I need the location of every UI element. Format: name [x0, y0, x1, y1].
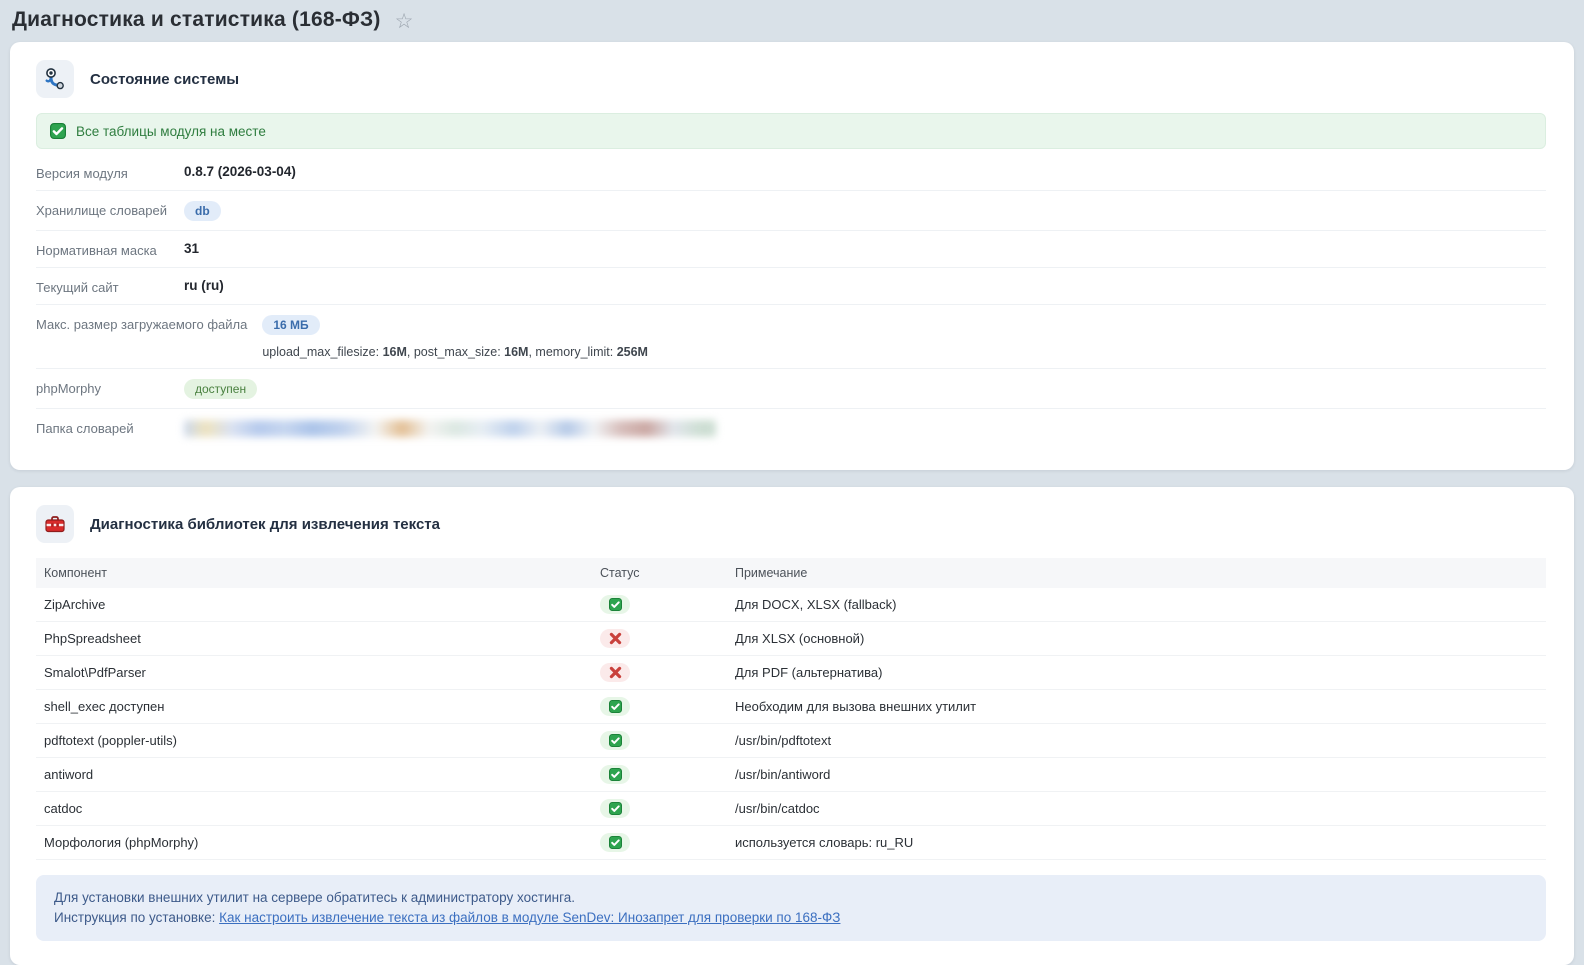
- info-line-1: Для установки внешних утилит на сервере …: [54, 888, 1528, 908]
- system-info-list: Версия модуля0.8.7 (2026-03-04)Хранилище…: [36, 154, 1546, 446]
- stethoscope-icon: [36, 60, 74, 98]
- toolbox-icon: [36, 505, 74, 543]
- status-ok-icon: [600, 697, 630, 716]
- note-cell: Для DOCX, XLSX (fallback): [727, 588, 1546, 622]
- info-value: доступен: [184, 379, 257, 399]
- table-row: catdoc /usr/bin/catdoc: [36, 792, 1546, 826]
- table-row: Smalot\PdfParser Для PDF (альтернатива): [36, 656, 1546, 690]
- note-cell: Для XLSX (основной): [727, 622, 1546, 656]
- column-header-note: Примечание: [727, 558, 1546, 588]
- system-info-row: Папка словарей: [36, 409, 1546, 446]
- system-info-row: Нормативная маска31: [36, 231, 1546, 268]
- system-info-row: Хранилище словарейdb: [36, 191, 1546, 231]
- library-card-header: Диагностика библиотек для извлечения тек…: [36, 505, 1546, 543]
- page: Диагностика и статистика (168-ФЗ) ☆ Сост…: [0, 0, 1584, 965]
- table-body: ZipArchive Для DOCX, XLSX (fallback)PhpS…: [36, 588, 1546, 860]
- library-diagnostics-table: Компонент Статус Примечание ZipArchive Д…: [36, 558, 1546, 860]
- info-label: phpMorphy: [36, 379, 184, 396]
- system-info-row: Текущий сайтru (ru): [36, 268, 1546, 305]
- column-header-status: Статус: [592, 558, 727, 588]
- status-fail-icon: [600, 663, 630, 682]
- status-cell: [592, 690, 727, 724]
- status-cell: [592, 622, 727, 656]
- check-icon: [50, 123, 66, 139]
- system-info-row: Макс. размер загружаемого файла16 МБ uplo…: [36, 305, 1546, 369]
- status-ok-icon: [600, 833, 630, 852]
- install-info-box: Для установки внешних утилит на сервере …: [36, 875, 1546, 941]
- system-info-row: Версия модуля0.8.7 (2026-03-04): [36, 154, 1546, 191]
- php-limits-text: upload_max_filesize: 16M, post_max_size:…: [262, 345, 648, 359]
- component-cell: catdoc: [36, 792, 592, 826]
- status-cell: [592, 792, 727, 826]
- alert-text: Все таблицы модуля на месте: [76, 124, 266, 139]
- redacted-value: [184, 420, 716, 437]
- info-label: Папка словарей: [36, 419, 184, 436]
- info-value: db: [184, 201, 221, 221]
- status-ok-icon: [600, 595, 630, 614]
- info-label: Хранилище словарей: [36, 201, 184, 218]
- info-label: Нормативная маска: [36, 241, 184, 258]
- component-cell: ZipArchive: [36, 588, 592, 622]
- note-cell: /usr/bin/pdftotext: [727, 724, 1546, 758]
- info-line-2: Инструкция по установке: Как настроить и…: [54, 908, 1528, 928]
- table-row: shell_exec доступен Необходим для вызова…: [36, 690, 1546, 724]
- component-cell: antiword: [36, 758, 592, 792]
- table-row: pdftotext (poppler-utils) /usr/bin/pdfto…: [36, 724, 1546, 758]
- component-cell: Морфология (phpMorphy): [36, 826, 592, 860]
- component-cell: PhpSpreadsheet: [36, 622, 592, 656]
- component-cell: shell_exec доступен: [36, 690, 592, 724]
- instructions-link[interactable]: Как настроить извлечение текста из файло…: [219, 910, 840, 925]
- library-card-title: Диагностика библиотек для извлечения тек…: [90, 516, 440, 533]
- system-card-header: Состояние системы: [36, 60, 1546, 98]
- info-label: Версия модуля: [36, 164, 184, 181]
- note-cell: Необходим для вызова внешних утилит: [727, 690, 1546, 724]
- note-cell: /usr/bin/antiword: [727, 758, 1546, 792]
- status-cell: [592, 826, 727, 860]
- info-label: Макс. размер загружаемого файла: [36, 315, 262, 332]
- note-cell: /usr/bin/catdoc: [727, 792, 1546, 826]
- table-row: Морфология (phpMorphy) используется слов…: [36, 826, 1546, 860]
- table-row: PhpSpreadsheet Для XLSX (основной): [36, 622, 1546, 656]
- status-cell: [592, 758, 727, 792]
- component-cell: Smalot\PdfParser: [36, 656, 592, 690]
- info-value: 31: [184, 241, 199, 256]
- status-cell: [592, 588, 727, 622]
- status-ok-icon: [600, 765, 630, 784]
- system-status-card: Состояние системы Все таблицы модуля на …: [10, 42, 1574, 470]
- info-value: 16 МБ: [262, 315, 319, 335]
- info-value: ru (ru): [184, 278, 224, 293]
- status-ok-icon: [600, 731, 630, 750]
- info-line-2-prefix: Инструкция по установке:: [54, 910, 219, 925]
- note-cell: используется словарь: ru_RU: [727, 826, 1546, 860]
- info-label: Текущий сайт: [36, 278, 184, 295]
- library-diagnostics-card: Диагностика библиотек для извлечения тек…: [10, 487, 1574, 965]
- page-title: Диагностика и статистика (168-ФЗ): [12, 8, 381, 32]
- table-header-row: Компонент Статус Примечание: [36, 558, 1546, 588]
- status-cell: [592, 656, 727, 690]
- table-row: antiword /usr/bin/antiword: [36, 758, 1546, 792]
- info-value: 0.8.7 (2026-03-04): [184, 164, 296, 179]
- note-cell: Для PDF (альтернатива): [727, 656, 1546, 690]
- star-icon[interactable]: ☆: [395, 9, 414, 32]
- status-cell: [592, 724, 727, 758]
- component-cell: pdftotext (poppler-utils): [36, 724, 592, 758]
- column-header-component: Компонент: [36, 558, 592, 588]
- page-header: Диагностика и статистика (168-ФЗ) ☆: [10, 6, 1574, 42]
- system-info-row: phpMorphyдоступен: [36, 369, 1546, 409]
- status-fail-icon: [600, 629, 630, 648]
- table-row: ZipArchive Для DOCX, XLSX (fallback): [36, 588, 1546, 622]
- tables-ok-alert: Все таблицы модуля на месте: [36, 113, 1546, 149]
- status-ok-icon: [600, 799, 630, 818]
- system-card-title: Состояние системы: [90, 71, 239, 88]
